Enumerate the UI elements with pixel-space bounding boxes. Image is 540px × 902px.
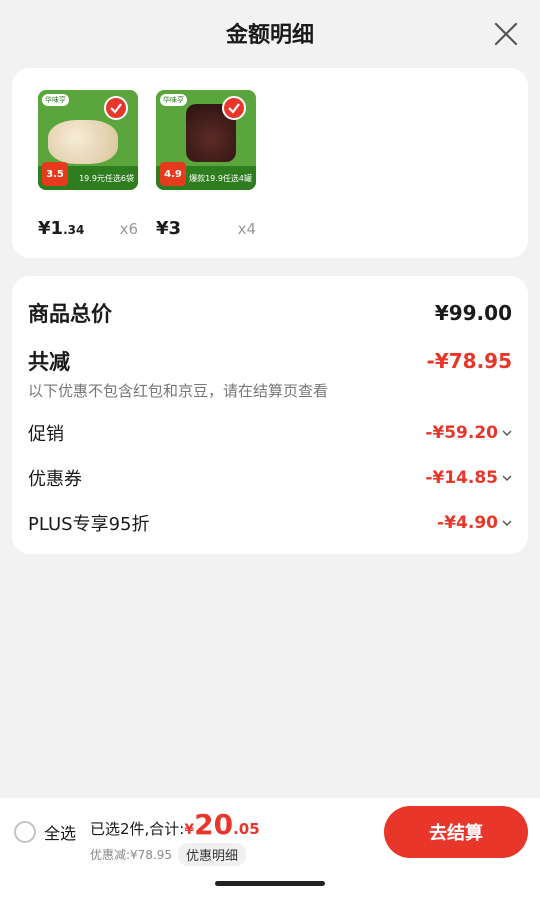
checkout-button[interactable]: 去结算	[384, 806, 528, 858]
plus-discount-row[interactable]: PLUS专享95折 -¥4.90	[28, 510, 512, 536]
total-amount-dec: .05	[233, 820, 260, 838]
close-icon[interactable]	[492, 20, 520, 48]
total-price-value: ¥99.00	[434, 301, 512, 325]
total-reduction-label: 共减	[28, 350, 70, 374]
total-reduction-row: 共减 -¥78.95	[28, 346, 512, 376]
plus-discount-label: PLUS专享95折	[28, 514, 150, 535]
discount-detail-button[interactable]: 优惠明细	[178, 843, 247, 866]
total-label: 已选2件,合计:	[90, 820, 185, 838]
products-card: 华味亨 19.9元任选6袋 3.5 ¥1.34 x6 华味亨 爆款19.9任选4…	[12, 68, 528, 258]
coupon-label: 优惠券	[28, 469, 82, 490]
product-price: ¥1.34	[38, 218, 85, 239]
select-all-toggle[interactable]: 全选	[14, 820, 76, 844]
product-image[interactable]: 华味亨 爆款19.9任选4罐 4.9	[156, 90, 256, 190]
chevron-down-icon	[502, 520, 512, 526]
checked-icon	[222, 96, 246, 120]
price-tag: 4.9	[160, 162, 186, 186]
promotion-row[interactable]: 促销 -¥59.20	[28, 420, 512, 446]
cashew-image	[48, 120, 118, 164]
brand-badge: 华味亨	[160, 94, 187, 106]
product-image[interactable]: 华味亨 19.9元任选6袋 3.5	[38, 90, 138, 190]
total-amount-int: 20	[194, 808, 234, 841]
brand-badge: 华味亨	[42, 94, 69, 106]
home-indicator[interactable]	[215, 881, 325, 886]
coupon-row[interactable]: 优惠券 -¥14.85	[28, 465, 512, 491]
select-all-radio[interactable]	[14, 821, 36, 843]
discount-note: 以下优惠不包含红包和京豆，请在结算页查看	[28, 382, 329, 400]
promotion-label: 促销	[28, 424, 64, 445]
discount-summary: 优惠减:¥78.95	[90, 848, 173, 862]
checked-icon	[104, 96, 128, 120]
coupon-value: -¥14.85	[425, 468, 498, 488]
total-currency: ¥	[184, 822, 195, 838]
summary-card: 商品总价 ¥99.00 共减 -¥78.95 以下优惠不包含红包和京豆，请在结算…	[12, 276, 528, 554]
product-quantity: x6	[119, 220, 138, 238]
total-price-label: 商品总价	[28, 302, 112, 326]
header: 金额明细	[0, 0, 540, 66]
promotion-value: -¥59.20	[425, 423, 498, 443]
checkout-bar: 全选 已选2件,合计: ¥ 20 .05 优惠减:¥78.95 优惠明细 去结算	[0, 798, 540, 902]
page-title: 金额明细	[225, 23, 314, 48]
select-all-label: 全选	[44, 824, 77, 843]
chevron-down-icon	[502, 475, 512, 481]
product-price: ¥3	[156, 218, 182, 239]
price-tag: 3.5	[42, 162, 68, 186]
plus-discount-value: -¥4.90	[437, 513, 498, 533]
total-reduction-value: -¥78.95	[426, 349, 512, 373]
chevron-down-icon	[502, 430, 512, 436]
product-quantity: x4	[237, 220, 256, 238]
total-block: 已选2件,合计: ¥ 20 .05 优惠减:¥78.95 优惠明细	[90, 808, 260, 866]
product-item[interactable]: 华味亨 19.9元任选6袋 3.5 ¥1.34 x6	[38, 90, 138, 239]
total-price-row: 商品总价 ¥99.00	[28, 298, 512, 328]
product-item[interactable]: 华味亨 爆款19.9任选4罐 4.9 ¥3 x4	[156, 90, 256, 239]
